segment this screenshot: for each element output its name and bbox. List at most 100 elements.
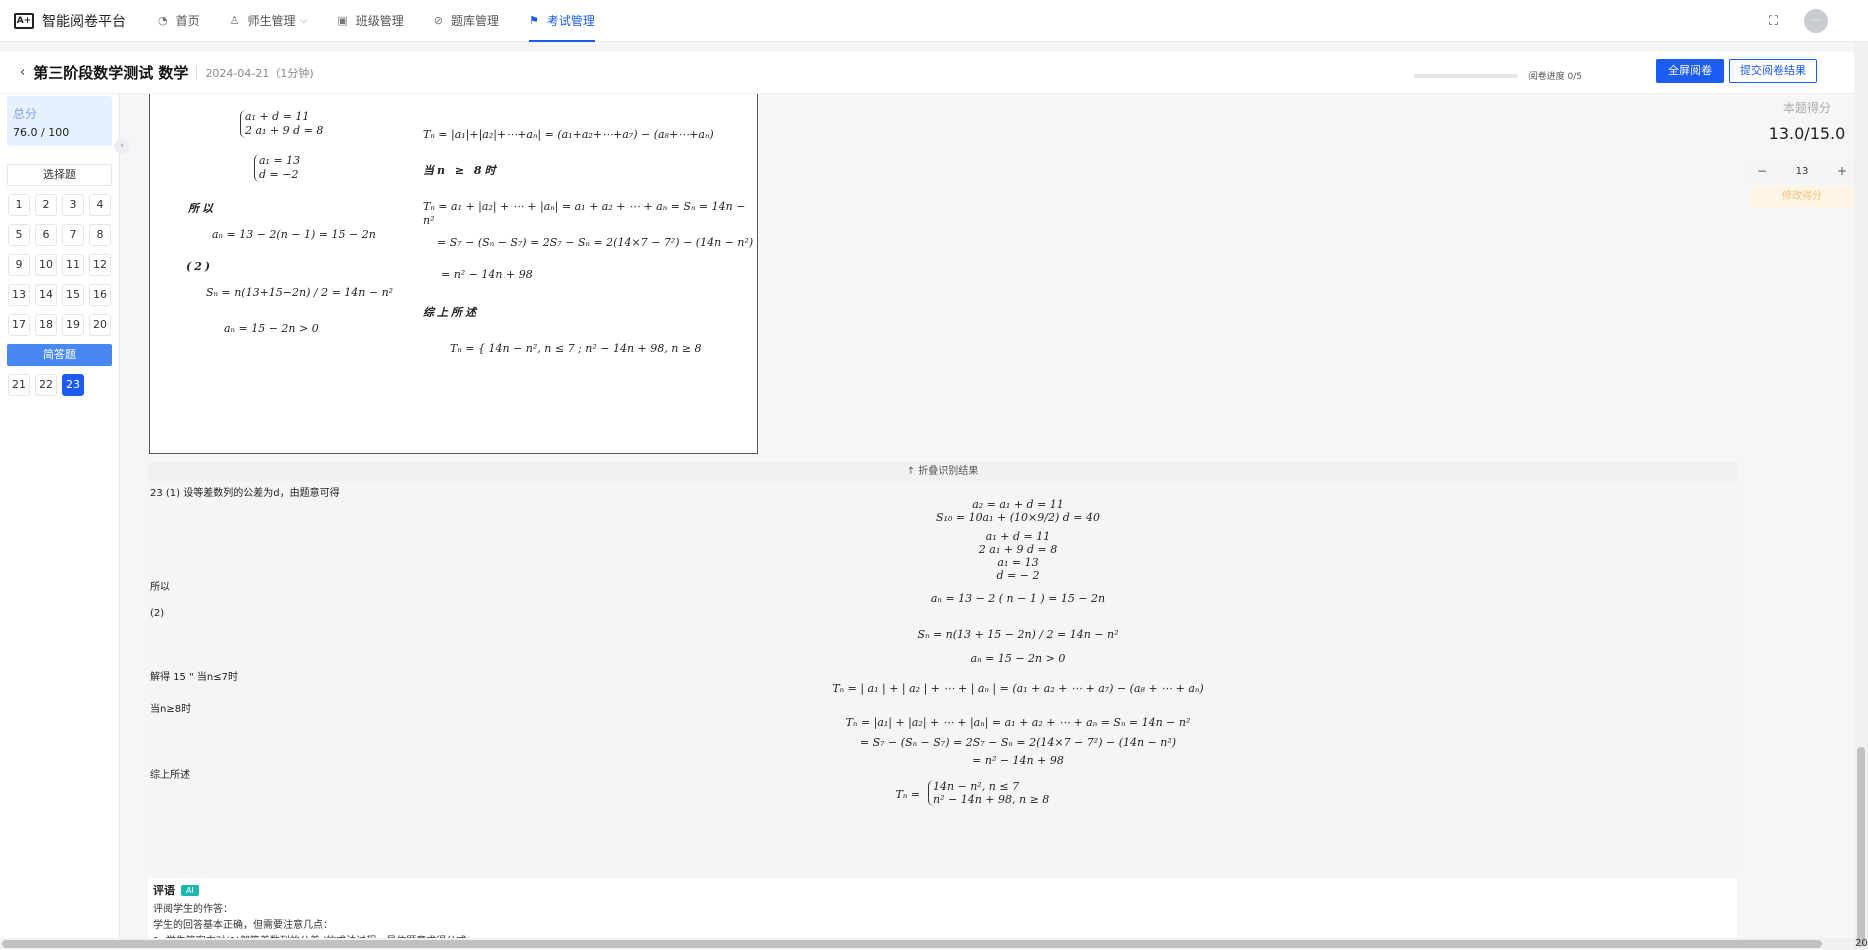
submit-results-button[interactable]: 提交阅卷结果	[1729, 59, 1817, 83]
question-score-panel: 本题得分 13.0/15.0 − 13 + 修改得分	[1744, 94, 1854, 294]
fullscreen-icon[interactable]: ⛶	[1769, 14, 1778, 29]
top-navbar: A+ 智能阅卷平台 ◔ 首页 ♙ 师生管理 ⌵ ▣ 班级管理 ⊘ 题库管理 ⚑ …	[0, 0, 1868, 42]
nav-item-question-bank[interactable]: ⊘ 题库管理	[434, 0, 499, 42]
modify-score-button[interactable]: 修改得分	[1750, 186, 1854, 208]
question-number-button[interactable]: 17	[8, 314, 30, 336]
decrease-score-button[interactable]: −	[1750, 164, 1774, 178]
full-screen-grading-button[interactable]: 全屏阅卷	[1656, 59, 1724, 83]
recognition-result: 23 (1) 设等差数列的公差为d，由题意可得 a₂ = a₁ + d = 11…	[148, 482, 1737, 874]
recognition-text: (2)	[150, 608, 165, 619]
question-number-button[interactable]: 2	[35, 194, 57, 216]
recognition-math-line: Tₙ = | a₁ | + | a₂ | + ⋯ + | aₙ | = (a₁ …	[832, 682, 1204, 695]
recognition-math: a₁ + d = 11 2 a₁ + 9 d = 8	[928, 530, 1108, 556]
recognition-math: a₂ = a₁ + d = 11 S₁₀ = 10a₁ + (10×9/2) d…	[888, 498, 1148, 524]
short-question-grid: 21 22 23	[8, 374, 119, 396]
nav-item-label: 首页	[175, 14, 200, 28]
recognition-math-line: Tₙ = |a₁| + |a₂| + ⋯ + |aₙ| = a₁ + a₂ + …	[845, 716, 1191, 729]
scrollbar-thumb[interactable]	[1857, 747, 1865, 947]
scan-line: aₙ = 15 − 2n > 0	[224, 322, 319, 335]
recognition-text: 当n≥8时	[150, 704, 192, 715]
scan-line: = S₇ − (Sₙ − S₇) = 2S₇ − Sₙ = 2(14×7 − 7…	[437, 236, 754, 249]
question-number-button[interactable]: 3	[62, 194, 84, 216]
recognition-math-line: a₂ = a₁ + d = 11	[972, 498, 1064, 511]
scan-line: Sₙ = n(13+15−2n) / 2 = 14n − n²	[206, 286, 394, 299]
avatar[interactable]: ···	[1804, 9, 1828, 33]
question-number-button[interactable]: 12	[89, 254, 111, 276]
recognition-math-line: 14n − n², n ≤ 7	[933, 780, 1020, 793]
back-arrow-icon[interactable]: ‹	[20, 65, 25, 80]
class-icon: ▣	[337, 14, 348, 27]
recognition-math-line: n² − 14n + 98, n ≥ 8	[933, 793, 1050, 806]
question-number-button[interactable]: 11	[62, 254, 84, 276]
question-number-button[interactable]: 4	[89, 194, 111, 216]
vertical-scrollbar[interactable]	[1854, 42, 1868, 950]
question-number-button[interactable]: 21	[8, 374, 30, 396]
total-score-card: 总分 76.0 / 100	[7, 96, 112, 146]
scan-line: a₁ + d = 11	[245, 110, 310, 123]
page-title: 第三阶段数学测试 数学	[33, 64, 189, 82]
answer-area: a₁ + d = 11 2 a₁ + 9 d = 8 a₁ = 13 d = −…	[148, 94, 1738, 950]
choice-question-grid: 1 2 3 4 5 6 7 8 9 10 11 12 13 14 15 16 17 18 19 20	[8, 194, 119, 336]
question-number-button[interactable]: 22	[35, 374, 57, 396]
question-number-button[interactable]: 10	[35, 254, 57, 276]
recognition-math-line: aₙ = 13 − 2 ( n − 1 ) = 15 − 2n	[930, 592, 1106, 605]
score-input[interactable]: 13	[1774, 166, 1830, 177]
exam-header: ‹ 第三阶段数学测试 数学 2024-04-21（1分钟) 阅卷进度 0/5 全…	[0, 52, 1854, 94]
question-number-button[interactable]: 13	[8, 284, 30, 306]
answer-scan-image: a₁ + d = 11 2 a₁ + 9 d = 8 a₁ = 13 d = −…	[149, 94, 758, 454]
question-number-button[interactable]: 8	[89, 224, 111, 246]
divider	[196, 65, 198, 80]
recognition-math-line: Tₙ =	[895, 788, 920, 801]
app-logo[interactable]: A+ 智能阅卷平台	[14, 11, 126, 31]
question-number-button[interactable]: 9	[8, 254, 30, 276]
scrollbar-thumb[interactable]	[2, 940, 1822, 948]
nav-item-label: 班级管理	[355, 14, 404, 28]
corner-text: 20	[1855, 938, 1868, 949]
question-number-button[interactable]: 6	[35, 224, 57, 246]
increase-score-button[interactable]: +	[1830, 164, 1854, 178]
collapse-recognition-button[interactable]: ↑ 折叠识别结果	[148, 462, 1737, 482]
logo-icon: A+	[14, 12, 34, 29]
scan-line: 当n ≥ 8时	[423, 164, 499, 177]
question-number-button[interactable]: 19	[62, 314, 84, 336]
scan-line: 所以	[188, 202, 216, 215]
home-icon: ◔	[158, 14, 168, 27]
question-number-button[interactable]: 15	[62, 284, 84, 306]
scan-line: aₙ = 13 − 2(n − 1) = 15 − 2n	[212, 228, 376, 241]
question-number-button[interactable]: 23	[62, 374, 84, 396]
users-icon: ♙	[229, 14, 240, 27]
recognition-math-line: a₁ = 13	[997, 556, 1039, 569]
question-number-button[interactable]: 14	[35, 284, 57, 306]
main-nav: ◔ 首页 ♙ 师生管理 ⌵ ▣ 班级管理 ⊘ 题库管理 ⚑ 考试管理	[158, 0, 625, 42]
question-number-button[interactable]: 18	[35, 314, 57, 336]
section-short-answer[interactable]: 简答题	[7, 344, 112, 366]
nav-item-teachers-students[interactable]: ♙ 师生管理 ⌵	[230, 0, 308, 42]
nav-item-exams[interactable]: ⚑ 考试管理	[529, 0, 595, 42]
recognition-text: 23 (1) 设等差数列的公差为d，由题意可得	[150, 488, 340, 499]
scan-line: d = −2	[259, 168, 299, 181]
total-score-label: 总分	[13, 107, 38, 121]
nav-item-home[interactable]: ◔ 首页	[158, 0, 200, 42]
progress-label: 阅卷进度 0/5	[1528, 72, 1582, 82]
question-number-button[interactable]: 20	[89, 314, 111, 336]
nav-item-label: 师生管理	[247, 14, 296, 28]
section-choice[interactable]: 选择题	[7, 164, 112, 186]
recognition-math-line: aₙ = 15 − 2n > 0	[970, 652, 1066, 665]
app-name: 智能阅卷平台	[42, 13, 126, 30]
comment-title: 评语	[153, 884, 175, 897]
recognition-math-line: d = − 2	[996, 569, 1040, 582]
horizontal-scrollbar[interactable]	[0, 938, 1854, 950]
question-number-button[interactable]: 5	[8, 224, 30, 246]
question-number-button[interactable]: 1	[8, 194, 30, 216]
exam-date: 2024-04-21（1分钟)	[205, 66, 314, 80]
progress-track	[1413, 73, 1518, 78]
question-number-button[interactable]: 16	[89, 284, 111, 306]
brace: 14n − n², n ≤ 7 n² − 14n + 98, n ≥ 8	[928, 780, 1049, 806]
nav-item-classes[interactable]: ▣ 班级管理	[337, 0, 403, 42]
total-score-value: 76.0 / 100	[13, 126, 70, 139]
question-number-button[interactable]: 7	[62, 224, 84, 246]
brace: a₁ = 13 d = −2	[254, 154, 300, 182]
top-right-tools: ⛶ ···	[1769, 9, 1828, 33]
collapse-sidebar-icon[interactable]: ‹	[114, 138, 130, 154]
scan-line: = n² − 14n + 98	[441, 268, 533, 281]
